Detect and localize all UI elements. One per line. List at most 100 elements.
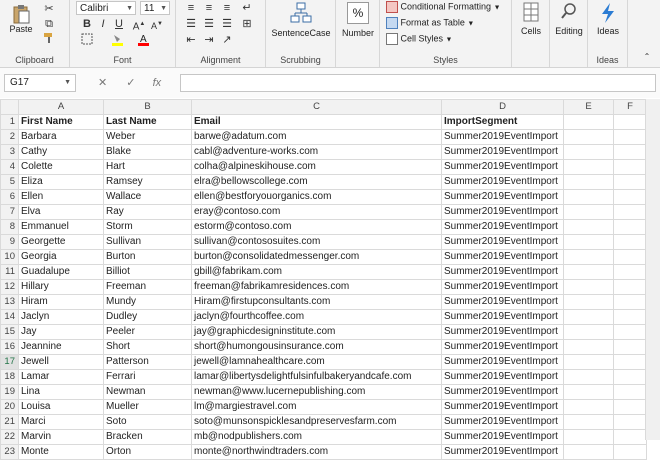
align-left-icon[interactable]: ☰ <box>184 17 198 31</box>
cell-b[interactable]: Hart <box>103 159 192 175</box>
empty-cell[interactable] <box>563 129 614 145</box>
cell-d[interactable]: Summer2019EventImport <box>441 249 564 265</box>
decrease-font-icon[interactable]: A▼ <box>150 17 164 31</box>
empty-cell[interactable] <box>563 294 614 310</box>
cell-c[interactable]: sullivan@contososuites.com <box>191 234 442 250</box>
cell-d[interactable]: Summer2019EventImport <box>441 309 564 325</box>
cell-d[interactable]: Summer2019EventImport <box>441 324 564 340</box>
cell-d[interactable]: Summer2019EventImport <box>441 129 564 145</box>
cell-c[interactable]: burton@consolidatedmessenger.com <box>191 249 442 265</box>
cell-b[interactable]: Storm <box>103 219 192 235</box>
row-header[interactable]: 9 <box>0 234 19 250</box>
cell-b[interactable]: Orton <box>103 444 192 460</box>
empty-cell[interactable] <box>613 294 647 310</box>
row-header[interactable]: 22 <box>0 429 19 445</box>
cell-d[interactable]: Summer2019EventImport <box>441 414 564 430</box>
row-header[interactable]: 21 <box>0 414 19 430</box>
cell-c[interactable]: lamar@libertysdelightfulsinfulbakeryandc… <box>191 369 442 385</box>
borders-icon[interactable] <box>80 33 94 47</box>
align-middle-icon[interactable]: ≡ <box>202 1 216 15</box>
cell-c[interactable]: soto@munsonspicklesandpreservesfarm.com <box>191 414 442 430</box>
vertical-scrollbar[interactable] <box>645 99 660 440</box>
font-color-icon[interactable]: A <box>136 33 150 47</box>
cell-d[interactable]: Summer2019EventImport <box>441 159 564 175</box>
cell-b[interactable]: Dudley <box>103 309 192 325</box>
cell-d[interactable]: ImportSegment <box>441 114 564 130</box>
cell-d[interactable]: Summer2019EventImport <box>441 384 564 400</box>
empty-cell[interactable] <box>563 279 614 295</box>
row-header[interactable]: 16 <box>0 339 19 355</box>
conditional-formatting-button[interactable]: Conditional Formatting ▼ <box>386 1 501 13</box>
italic-button[interactable]: I <box>96 17 110 31</box>
row-header[interactable]: 10 <box>0 249 19 265</box>
orientation-icon[interactable]: ↗ <box>220 33 234 47</box>
cell-b[interactable]: Newman <box>103 384 192 400</box>
empty-cell[interactable] <box>563 309 614 325</box>
cell-c[interactable]: mb@nodpublishers.com <box>191 429 442 445</box>
cell-styles-button[interactable]: Cell Styles ▼ <box>386 33 452 45</box>
cell-d[interactable]: Summer2019EventImport <box>441 369 564 385</box>
cell-d[interactable]: Summer2019EventImport <box>441 144 564 160</box>
row-header[interactable]: 12 <box>0 279 19 295</box>
empty-cell[interactable] <box>613 114 647 130</box>
cell-d[interactable]: Summer2019EventImport <box>441 279 564 295</box>
cell-a[interactable]: Barbara <box>18 129 104 145</box>
cell-a[interactable]: Georgia <box>18 249 104 265</box>
cell-b[interactable]: Burton <box>103 249 192 265</box>
empty-cell[interactable] <box>613 129 647 145</box>
cell-d[interactable]: Summer2019EventImport <box>441 189 564 205</box>
cell-a[interactable]: Hillary <box>18 279 104 295</box>
cell-a[interactable]: Cathy <box>18 144 104 160</box>
empty-cell[interactable] <box>563 144 614 160</box>
empty-cell[interactable] <box>613 174 647 190</box>
empty-cell[interactable] <box>613 324 647 340</box>
cell-a[interactable]: Jay <box>18 324 104 340</box>
row-header[interactable]: 11 <box>0 264 19 280</box>
cancel-icon[interactable]: ✕ <box>98 77 107 89</box>
font-size-select[interactable]: 11 ▼ <box>140 1 170 15</box>
cell-b[interactable]: Weber <box>103 129 192 145</box>
cell-c[interactable]: estorm@contoso.com <box>191 219 442 235</box>
row-header[interactable]: 4 <box>0 159 19 175</box>
cell-d[interactable]: Summer2019EventImport <box>441 399 564 415</box>
cell-b[interactable]: Bracken <box>103 429 192 445</box>
cells-button[interactable]: Cells <box>514 2 548 42</box>
cell-a[interactable]: Jewell <box>18 354 104 370</box>
cell-b[interactable]: Billiot <box>103 264 192 280</box>
empty-cell[interactable] <box>613 384 647 400</box>
empty-cell[interactable] <box>563 339 614 355</box>
cell-a[interactable]: Lina <box>18 384 104 400</box>
cell-c[interactable]: newman@www.lucernepublishing.com <box>191 384 442 400</box>
cell-a[interactable]: Eliza <box>18 174 104 190</box>
cell-c[interactable]: barwe@adatum.com <box>191 129 442 145</box>
row-header[interactable]: 7 <box>0 204 19 220</box>
select-all-corner[interactable] <box>0 99 19 115</box>
cell-d[interactable]: Summer2019EventImport <box>441 354 564 370</box>
row-header[interactable]: 15 <box>0 324 19 340</box>
empty-cell[interactable] <box>613 309 647 325</box>
empty-cell[interactable] <box>613 264 647 280</box>
format-painter-icon[interactable] <box>42 32 56 46</box>
fill-color-icon[interactable] <box>110 33 124 47</box>
align-right-icon[interactable]: ☰ <box>220 17 234 31</box>
empty-cell[interactable] <box>563 234 614 250</box>
insert-function-icon[interactable]: fx <box>153 77 162 89</box>
cell-d[interactable]: Summer2019EventImport <box>441 444 564 460</box>
cell-c[interactable]: monte@northwindtraders.com <box>191 444 442 460</box>
cell-d[interactable]: Summer2019EventImport <box>441 219 564 235</box>
cell-b[interactable]: Mueller <box>103 399 192 415</box>
cell-c[interactable]: cabl@adventure-works.com <box>191 144 442 160</box>
empty-cell[interactable] <box>613 249 647 265</box>
empty-cell[interactable] <box>613 444 647 460</box>
name-box[interactable]: G17 ▼ <box>4 74 76 92</box>
cell-a[interactable]: Monte <box>18 444 104 460</box>
increase-indent-icon[interactable]: ⇥ <box>202 33 216 47</box>
empty-cell[interactable] <box>563 219 614 235</box>
empty-cell[interactable] <box>563 324 614 340</box>
cell-a[interactable]: Marvin <box>18 429 104 445</box>
row-header[interactable]: 18 <box>0 369 19 385</box>
empty-cell[interactable] <box>613 279 647 295</box>
empty-cell[interactable] <box>613 429 647 445</box>
cell-d[interactable]: Summer2019EventImport <box>441 264 564 280</box>
cell-a[interactable]: Marci <box>18 414 104 430</box>
